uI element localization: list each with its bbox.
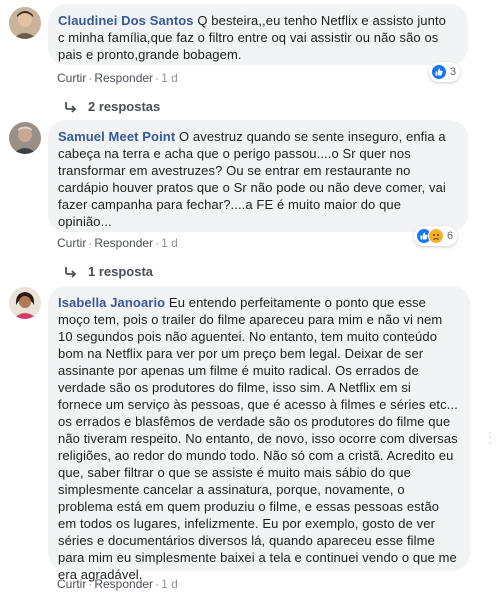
reply-arrow-icon [65,266,77,278]
reaction-count: 3 [450,66,457,78]
like-reaction-icon [431,64,447,80]
comment-actions: Curtir · Responder · 1 d [57,71,178,85]
timestamp[interactable]: 1 d [161,71,178,85]
reply-link[interactable]: Responder [94,236,153,250]
comment-text: O avestruz quando se sente inseguro, enf… [58,129,446,229]
avatar[interactable] [9,7,41,39]
like-link[interactable]: Curtir [57,71,86,85]
comment-thread: Claudinei Dos Santos Q besteira,,eu tenh… [0,0,498,601]
reply-link[interactable]: Responder [94,577,153,591]
replies-label: 2 respostas [88,99,161,114]
comment-bubble: Samuel Meet Point O avestruz quando se s… [48,120,468,232]
comment-bubble: Isabella Janoario Eu entendo perfeitamen… [48,286,470,582]
more-options-icon[interactable]: · · · [488,426,492,448]
reply-link[interactable]: Responder [94,71,153,85]
view-replies-link[interactable]: 2 respostas [64,99,160,114]
avatar[interactable] [9,122,41,154]
reaction-summary[interactable]: 3 [429,62,461,82]
comment-author[interactable]: Samuel Meet Point [58,129,175,144]
view-replies-link[interactable]: 1 resposta [64,264,153,279]
reaction-count: 6 [447,230,454,242]
like-link[interactable]: Curtir [57,236,86,250]
comment-actions: Curtir · Responder · 1 d [57,236,178,250]
comment-author[interactable]: Isabella Janoario [58,295,165,310]
like-link[interactable]: Curtir [57,577,86,591]
avatar[interactable] [9,287,41,319]
sad-reaction-icon [428,228,444,244]
timestamp[interactable]: 1 d [161,236,178,250]
reaction-summary[interactable]: 6 [414,226,458,246]
timestamp[interactable]: 1 d [161,577,178,591]
comment-bubble: Claudinei Dos Santos Q besteira,,eu tenh… [48,4,468,65]
replies-label: 1 resposta [88,264,154,279]
comment-text: Eu entendo perfeitamente o ponto que ess… [58,295,458,582]
reply-arrow-icon [65,101,77,113]
comment-actions: Curtir · Responder · 1 d [57,577,178,591]
comment-author[interactable]: Claudinei Dos Santos [58,13,194,28]
